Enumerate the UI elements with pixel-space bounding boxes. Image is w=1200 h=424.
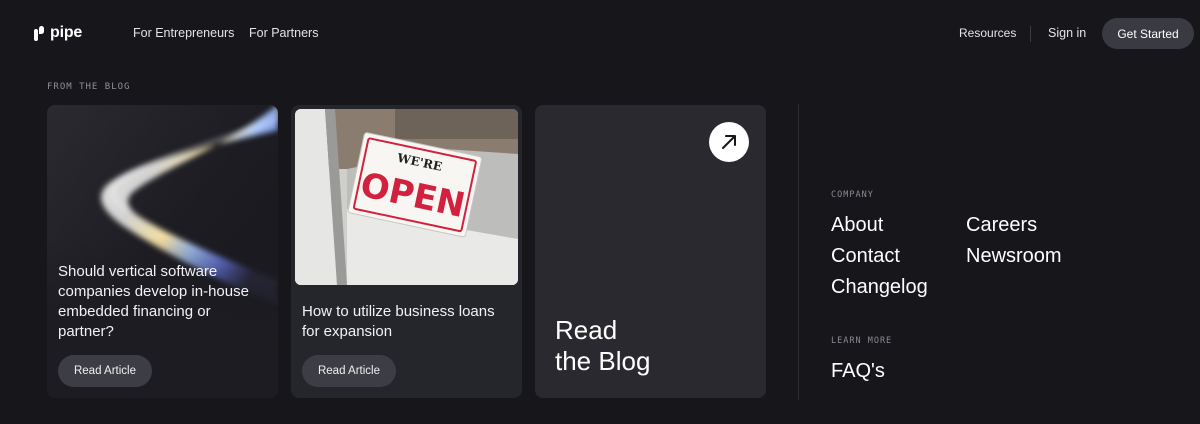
blog-card-business-loans[interactable]: WE'RE OPEN How to utilize business loans… (291, 105, 522, 398)
page: pipe For Entrepreneurs For Partners Reso… (0, 0, 1200, 424)
read-the-blog-text[interactable]: Read the Blog (555, 315, 650, 377)
sign-in-link[interactable]: Sign in (1048, 26, 1086, 40)
nav-link-entrepreneurs[interactable]: For Entrepreneurs (133, 26, 234, 40)
footer-link-careers[interactable]: Careers (966, 214, 1037, 237)
article-title[interactable]: Should vertical software companies devel… (58, 262, 270, 342)
article-title[interactable]: How to utilize business loans for expans… (302, 302, 514, 342)
read-blog-line2: the Blog (555, 346, 651, 376)
learn-more-section-label: LEARN MORE (831, 336, 893, 346)
footer-link-contact[interactable]: Contact (831, 245, 900, 268)
read-blog-line1: Read (555, 315, 618, 345)
read-the-blog-card[interactable]: Read the Blog (535, 105, 766, 398)
nav-divider (1030, 26, 1031, 42)
pipe-logo-icon (34, 25, 45, 41)
blog-card-vertical-software[interactable]: Should vertical software companies devel… (47, 105, 278, 398)
footer-link-faq[interactable]: FAQ's (831, 360, 885, 383)
vertical-divider (798, 104, 799, 400)
blog-section-label: FROM THE BLOG (47, 82, 131, 92)
nav-link-partners[interactable]: For Partners (249, 26, 318, 40)
pipe-logo[interactable]: pipe (34, 24, 82, 42)
read-article-button[interactable]: Read Article (58, 355, 152, 387)
top-nav: pipe For Entrepreneurs For Partners Reso… (0, 0, 1200, 68)
get-started-button[interactable]: Get Started (1102, 18, 1194, 49)
footer-link-changelog[interactable]: Changelog (831, 276, 928, 299)
read-article-button[interactable]: Read Article (302, 355, 396, 387)
company-section-label: COMPANY (831, 190, 874, 200)
logo-text: pipe (50, 24, 83, 41)
footer-link-about[interactable]: About (831, 214, 883, 237)
nav-link-resources[interactable]: Resources (959, 26, 1016, 40)
footer-link-newsroom[interactable]: Newsroom (966, 245, 1062, 268)
arrow-up-right-icon[interactable] (709, 122, 749, 162)
open-sign-photo: WE'RE OPEN (295, 109, 518, 285)
